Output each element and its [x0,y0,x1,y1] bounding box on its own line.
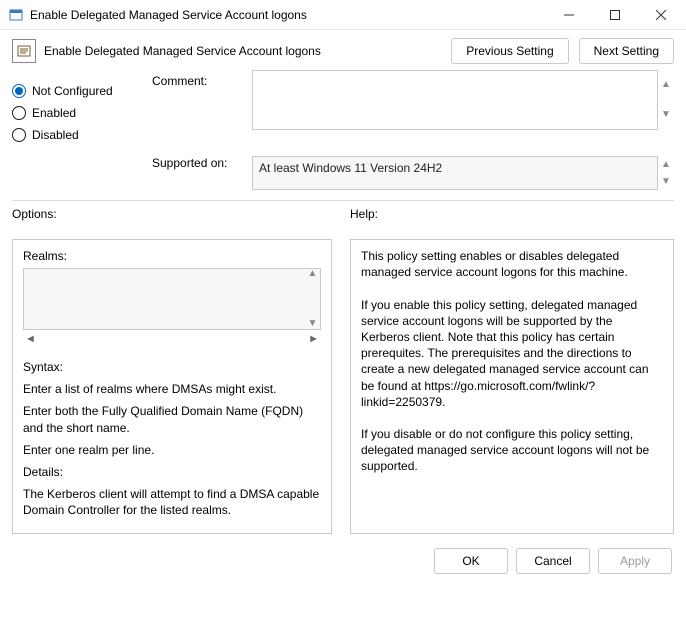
cancel-button[interactable]: Cancel [516,548,590,574]
realms-input[interactable]: ▲ ▼ [23,268,321,330]
radio-icon [12,106,26,120]
syntax-text: Enter one realm per line. [23,442,321,458]
chevron-up-icon: ▲ [658,156,674,173]
radio-label: Enabled [32,106,76,120]
supported-label: Supported on: [152,156,242,170]
options-panel: Realms: ▲ ▼ ◄ ► Syntax: Enter a list of … [12,239,332,534]
policy-icon [12,39,36,63]
help-panel: This policy setting enables or disables … [350,239,674,534]
radio-icon [12,128,26,142]
divider [12,200,674,201]
state-radio-group: Not Configured Enabled Disabled [12,70,152,150]
syntax-text: Enter a list of realms where DMSAs might… [23,381,321,397]
previous-setting-button[interactable]: Previous Setting [451,38,568,64]
next-setting-button[interactable]: Next Setting [579,38,674,64]
chevron-down-icon: ▼ [658,100,674,130]
radio-enabled[interactable]: Enabled [12,106,152,120]
radio-icon [12,84,26,98]
supported-scroll[interactable]: ▲ ▼ [658,156,674,190]
supported-on-value: At least Windows 11 Version 24H2 [252,156,658,190]
minimize-button[interactable] [546,0,592,30]
radio-not-configured[interactable]: Not Configured [12,84,152,98]
details-text: The Kerberos client will attempt to find… [23,486,321,518]
apply-button[interactable]: Apply [598,548,672,574]
chevron-down-icon: ▼ [658,173,674,190]
dialog-footer: OK Cancel Apply [0,540,686,584]
syntax-block: Syntax: Enter a list of realms where DMS… [23,353,321,525]
close-button[interactable] [638,0,684,30]
realms-label: Realms: [23,248,321,264]
radio-label: Not Configured [32,84,113,98]
chevron-left-icon: ◄ [25,332,36,347]
radio-label: Disabled [32,128,79,142]
options-heading: Options: [12,207,332,221]
syntax-label: Syntax: [23,359,321,375]
radio-disabled[interactable]: Disabled [12,128,152,142]
help-heading: Help: [350,207,674,221]
maximize-button[interactable] [592,0,638,30]
comment-input[interactable] [252,70,658,130]
comment-label: Comment: [152,70,242,130]
chevron-right-icon: ► [308,332,319,347]
window-title: Enable Delegated Managed Service Account… [30,8,546,22]
realms-hscroll[interactable]: ◄ ► [23,332,321,347]
ok-button[interactable]: OK [434,548,508,574]
supported-text: At least Windows 11 Version 24H2 [259,161,442,175]
page-title: Enable Delegated Managed Service Account… [44,44,321,58]
app-icon [8,7,24,23]
details-label: Details: [23,464,321,480]
chevron-up-icon: ▲ [305,269,320,299]
titlebar: Enable Delegated Managed Service Account… [0,0,686,30]
chevron-down-icon: ▼ [305,299,320,329]
syntax-text: Enter both the Fully Qualified Domain Na… [23,403,321,435]
comment-scroll[interactable]: ▲ ▼ [658,70,674,130]
chevron-up-icon: ▲ [658,70,674,100]
